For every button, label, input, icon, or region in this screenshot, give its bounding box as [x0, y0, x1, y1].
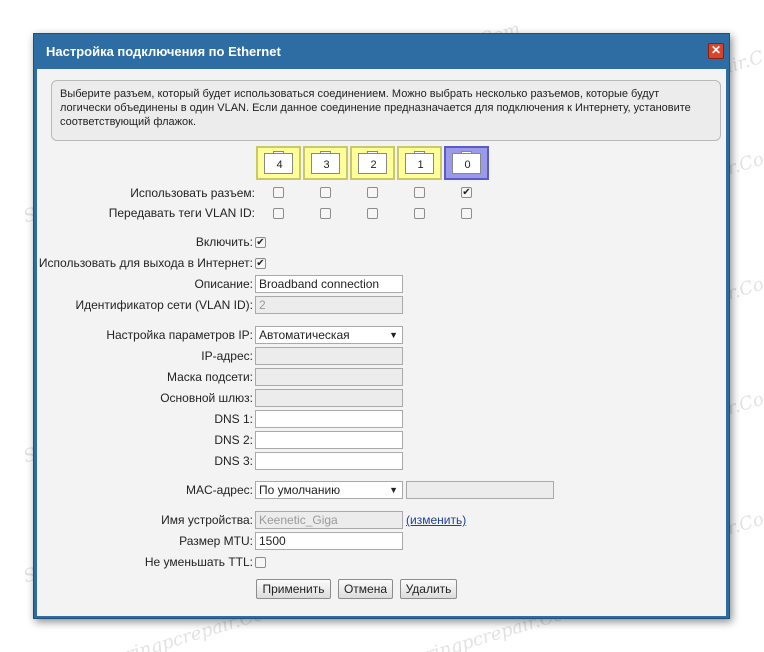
internet-checkbox[interactable] — [255, 258, 266, 269]
use-port-2-checkbox[interactable] — [367, 187, 378, 198]
gateway-field — [255, 389, 403, 407]
internet-label: Использовать для выхода в Интернет: — [38, 256, 253, 270]
vlan-tag-3-checkbox[interactable] — [320, 208, 331, 219]
ip-mode-value: Автоматическая — [259, 328, 350, 342]
ethernet-settings-dialog: Настройка подключения по Ethernet ✕ Выбе… — [33, 33, 730, 619]
port-label: 0 — [464, 159, 471, 171]
vlan-tag-1-checkbox[interactable] — [414, 208, 425, 219]
port-2: 2 — [350, 146, 395, 180]
ip-mode-label: Настройка параметров IP: — [106, 328, 253, 342]
subnet-mask-label: Маска подсети: — [166, 370, 253, 384]
dns2-field[interactable] — [255, 431, 403, 449]
dns1-label: DNS 1: — [214, 412, 253, 426]
ttl-label: Не уменьшать TTL: — [144, 555, 253, 569]
ip-mode-select[interactable]: Автоматическая ▼ — [255, 326, 403, 344]
dns3-field[interactable] — [255, 452, 403, 470]
enable-label: Включить: — [195, 235, 253, 249]
description-label: Описание: — [194, 277, 253, 291]
port-4: 4 — [256, 146, 301, 180]
port-3: 3 — [303, 146, 348, 180]
gateway-label: Основной шлюз: — [160, 391, 253, 405]
subnet-mask-field — [255, 368, 403, 386]
port-label: 4 — [276, 159, 283, 171]
use-port-label: Использовать разъем: — [130, 186, 255, 200]
port-label: 2 — [370, 159, 377, 171]
vlan-id-field: 2 — [255, 296, 403, 314]
port-label: 1 — [417, 159, 424, 171]
ttl-checkbox[interactable] — [255, 557, 266, 568]
ip-address-label: IP-адрес: — [201, 349, 253, 363]
enable-checkbox[interactable] — [255, 237, 266, 248]
use-port-1-checkbox[interactable] — [414, 187, 425, 198]
ip-address-field — [255, 347, 403, 365]
description-field[interactable]: Broadband connection — [255, 275, 403, 293]
chevron-down-icon: ▼ — [389, 330, 398, 340]
dialog-title: Настройка подключения по Ethernet — [34, 34, 729, 69]
use-port-3-checkbox[interactable] — [320, 187, 331, 198]
cancel-button[interactable]: Отмена — [338, 579, 393, 599]
close-icon[interactable]: ✕ — [708, 43, 724, 59]
mtu-field[interactable]: 1500 — [255, 532, 403, 550]
dns1-field[interactable] — [255, 410, 403, 428]
mac-mode-select[interactable]: По умолчанию ▼ — [255, 481, 403, 499]
vlan-tags-label: Передавать теги VLAN ID: — [108, 206, 255, 220]
apply-button[interactable]: Применить — [256, 579, 331, 599]
hostname-field: Keenetic_Giga — [255, 511, 403, 529]
dialog-content: Выберите разъем, который будет использов… — [37, 69, 726, 616]
dns3-label: DNS 3: — [214, 454, 253, 468]
change-hostname-link[interactable]: (изменить) — [406, 513, 466, 527]
info-box: Выберите разъем, который будет использов… — [51, 80, 721, 141]
mac-label: MAC-адрес: — [185, 483, 253, 497]
mac-mode-value: По умолчанию — [259, 483, 341, 497]
vlan-tag-4-checkbox[interactable] — [273, 208, 284, 219]
vlan-tag-2-checkbox[interactable] — [367, 208, 378, 219]
dns2-label: DNS 2: — [214, 433, 253, 447]
vlan-id-label: Идентификатор сети (VLAN ID): — [75, 298, 254, 312]
port-1: 1 — [397, 146, 442, 180]
port-label: 3 — [323, 159, 330, 171]
vlan-tag-0-checkbox[interactable] — [461, 208, 472, 219]
delete-button[interactable]: Удалить — [400, 579, 457, 599]
use-port-0-checkbox[interactable] — [461, 187, 472, 198]
mac-address-field — [406, 481, 554, 499]
port-0: 0 — [444, 146, 489, 180]
hostname-label: Имя устройства: — [161, 513, 253, 527]
use-port-4-checkbox[interactable] — [273, 187, 284, 198]
chevron-down-icon: ▼ — [389, 485, 398, 495]
mtu-label: Размер MTU: — [179, 534, 253, 548]
